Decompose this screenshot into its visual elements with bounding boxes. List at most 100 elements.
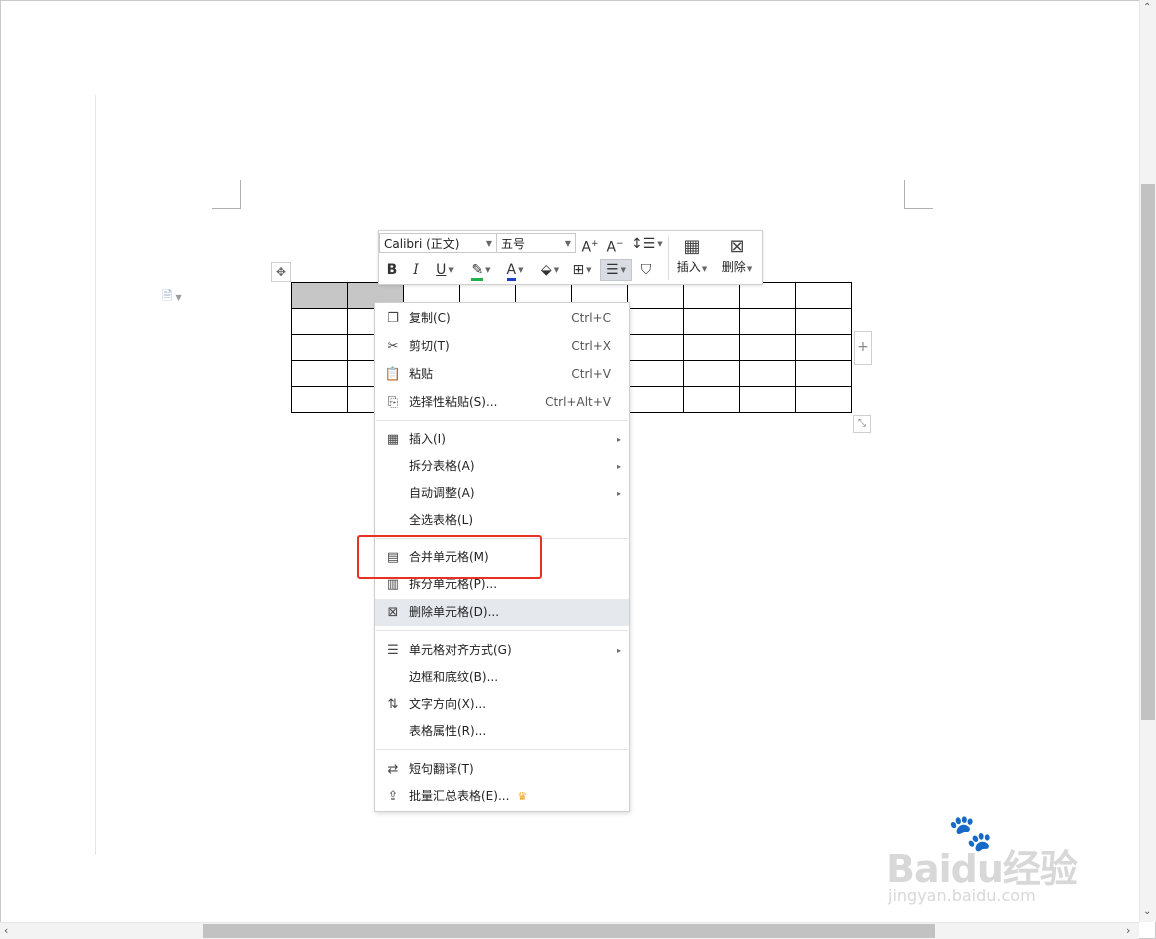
table-cell[interactable]	[739, 360, 796, 387]
menu-item-label: 全选表格(L)	[409, 513, 474, 527]
table-cell[interactable]	[683, 308, 740, 335]
table-cell[interactable]	[291, 386, 348, 413]
menu-item-delete-cells[interactable]: ⊠ 删除单元格(D)...	[375, 599, 629, 626]
table-cell[interactable]	[683, 334, 740, 361]
translate-icon: ⇄	[387, 762, 399, 777]
menu-item-label: 文字方向(X)...	[409, 697, 487, 711]
menu-item-label: 批量汇总表格(E)... ♛	[409, 783, 527, 810]
font-color-glyph: A	[506, 262, 517, 281]
table-cell[interactable]	[627, 334, 684, 361]
increase-font-size-icon[interactable]: A+	[580, 234, 600, 256]
table-cell[interactable]	[795, 360, 852, 387]
table-cell[interactable]	[627, 360, 684, 387]
borders-icon[interactable]: ⊞ ▼	[568, 260, 596, 280]
table-cell[interactable]	[739, 386, 796, 413]
insert-table-button[interactable]: ▦ 插入▼	[674, 236, 710, 275]
table-insert-icon: ▦	[683, 236, 701, 257]
menu-item-insert[interactable]: ▦ 插入(I) ▸	[375, 426, 629, 453]
table-cell[interactable]	[291, 334, 348, 361]
table-cell[interactable]	[795, 308, 852, 335]
menu-item-cut[interactable]: ✂ 剪切(T) Ctrl+X	[375, 333, 629, 360]
line-spacing-icon[interactable]: ↕☰ ▼	[631, 234, 663, 254]
table-cell[interactable]	[739, 282, 796, 309]
baidu-watermark: Baidu经验 jingyan.baidu.com	[886, 838, 1078, 905]
add-column-button[interactable]: +	[854, 331, 872, 365]
copy-icon: ❐	[387, 311, 399, 326]
horizontal-scroll-thumb[interactable]	[203, 924, 935, 938]
font-name-select[interactable]: Calibri (正文) ▼	[379, 233, 497, 253]
watermark-url: jingyan.baidu.com	[888, 886, 1036, 905]
cell-align-icon: ☰	[387, 643, 399, 658]
crown-icon: ♛	[517, 790, 528, 803]
watermark-brand-suffix: du	[950, 847, 1004, 891]
menu-item-borders-shading[interactable]: 边框和底纹(B)...	[375, 664, 629, 691]
scissors-icon: ✂	[387, 339, 399, 354]
toolbar-separator	[668, 236, 669, 280]
vertical-scrollbar[interactable]: ⌃ ⌄	[1139, 0, 1156, 922]
table-cell[interactable]	[739, 308, 796, 335]
italic-button[interactable]: I	[407, 260, 425, 280]
shading-fill-icon[interactable]: ⬙ ▼	[535, 260, 565, 280]
menu-item-label: 表格属性(R)...	[409, 724, 487, 738]
table-insert-icon: ▦	[386, 432, 400, 447]
insert-label: 插入	[676, 260, 701, 274]
menu-item-copy[interactable]: ❐ 复制(C) Ctrl+C	[375, 305, 629, 332]
menu-item-shortcut: Ctrl+X	[571, 339, 611, 353]
table-cell[interactable]	[795, 282, 852, 309]
scroll-down-icon[interactable]: ⌄	[1143, 906, 1151, 917]
table-cell[interactable]	[291, 308, 348, 335]
table-cell[interactable]	[683, 360, 740, 387]
submenu-arrow-icon: ▸	[616, 462, 621, 471]
menu-item-text-direction[interactable]: ⇅ 文字方向(X)...	[375, 691, 629, 718]
font-color-button[interactable]: A ▼	[501, 260, 529, 281]
highlight-color-button[interactable]: ✎ ▼	[466, 260, 496, 281]
underline-button[interactable]: U ▼	[431, 260, 459, 280]
menu-item-label: 短句翻译(T)	[409, 762, 474, 776]
menu-item-cell-alignment[interactable]: ☰ 单元格对齐方式(G) ▸	[375, 637, 629, 664]
menu-item-label: 拆分表格(A)	[409, 459, 475, 473]
menu-item-split-table[interactable]: 拆分表格(A) ▸	[375, 453, 629, 480]
format-painter-icon[interactable]: ⛉	[636, 260, 656, 280]
menu-item-paste[interactable]: 📋 粘贴 Ctrl+V	[375, 361, 629, 388]
horizontal-scrollbar[interactable]: ‹ ›	[0, 922, 1139, 939]
menu-item-label: 插入(I)	[409, 432, 446, 446]
table-cell[interactable]	[683, 386, 740, 413]
table-cell[interactable]	[739, 334, 796, 361]
vertical-scroll-thumb[interactable]	[1141, 184, 1155, 720]
table-resize-handle-icon[interactable]: ⤡	[853, 415, 871, 433]
menu-item-paste-special[interactable]: ⎘ 选择性粘贴(S)... Ctrl+Alt+V	[375, 389, 629, 416]
text-direction-icon: ⇅	[387, 697, 399, 712]
bold-button[interactable]: B	[383, 260, 401, 280]
table-cell[interactable]	[291, 360, 348, 387]
scroll-up-icon[interactable]: ⌃	[1143, 2, 1151, 13]
menu-item-translate[interactable]: ⇄ 短句翻译(T)	[375, 756, 629, 783]
menu-item-label: 剪切(T)	[409, 339, 450, 353]
menu-item-label: 粘贴	[409, 367, 434, 381]
delete-table-button[interactable]: ⊠ 删除▼	[718, 236, 756, 275]
menu-item-label-text: 批量汇总表格(E)...	[409, 789, 510, 803]
page-margin-line	[95, 95, 96, 855]
menu-separator	[376, 749, 628, 750]
table-cell[interactable]	[627, 386, 684, 413]
menu-item-label: 删除单元格(D)...	[409, 605, 500, 619]
table-cell[interactable]	[627, 282, 684, 309]
paragraph-options-icon[interactable]: 🗎 ▼	[162, 287, 182, 309]
watermark-brand: Bai	[886, 847, 952, 891]
table-cell[interactable]	[683, 282, 740, 309]
table-cell[interactable]	[291, 282, 348, 309]
highlighter-icon: ✎	[471, 262, 484, 281]
align-button[interactable]: ☰ ▼	[600, 259, 632, 281]
table-delete-icon: ⊠	[729, 236, 745, 257]
menu-item-table-properties[interactable]: 表格属性(R)...	[375, 718, 629, 745]
table-cell[interactable]	[627, 308, 684, 335]
table-cell[interactable]	[795, 386, 852, 413]
scroll-right-icon[interactable]: ›	[1126, 924, 1130, 937]
decrease-font-size-icon[interactable]: A−	[605, 234, 625, 256]
scroll-left-icon[interactable]: ‹	[4, 924, 8, 937]
menu-item-batch-summary[interactable]: ⇪ 批量汇总表格(E)... ♛	[375, 783, 629, 810]
menu-item-auto-fit[interactable]: 自动调整(A) ▸	[375, 480, 629, 507]
font-size-select[interactable]: 五号 ▼	[496, 233, 576, 253]
table-move-handle-icon[interactable]: ✥	[271, 262, 291, 282]
menu-item-select-table[interactable]: 全选表格(L)	[375, 507, 629, 534]
table-cell[interactable]	[795, 334, 852, 361]
